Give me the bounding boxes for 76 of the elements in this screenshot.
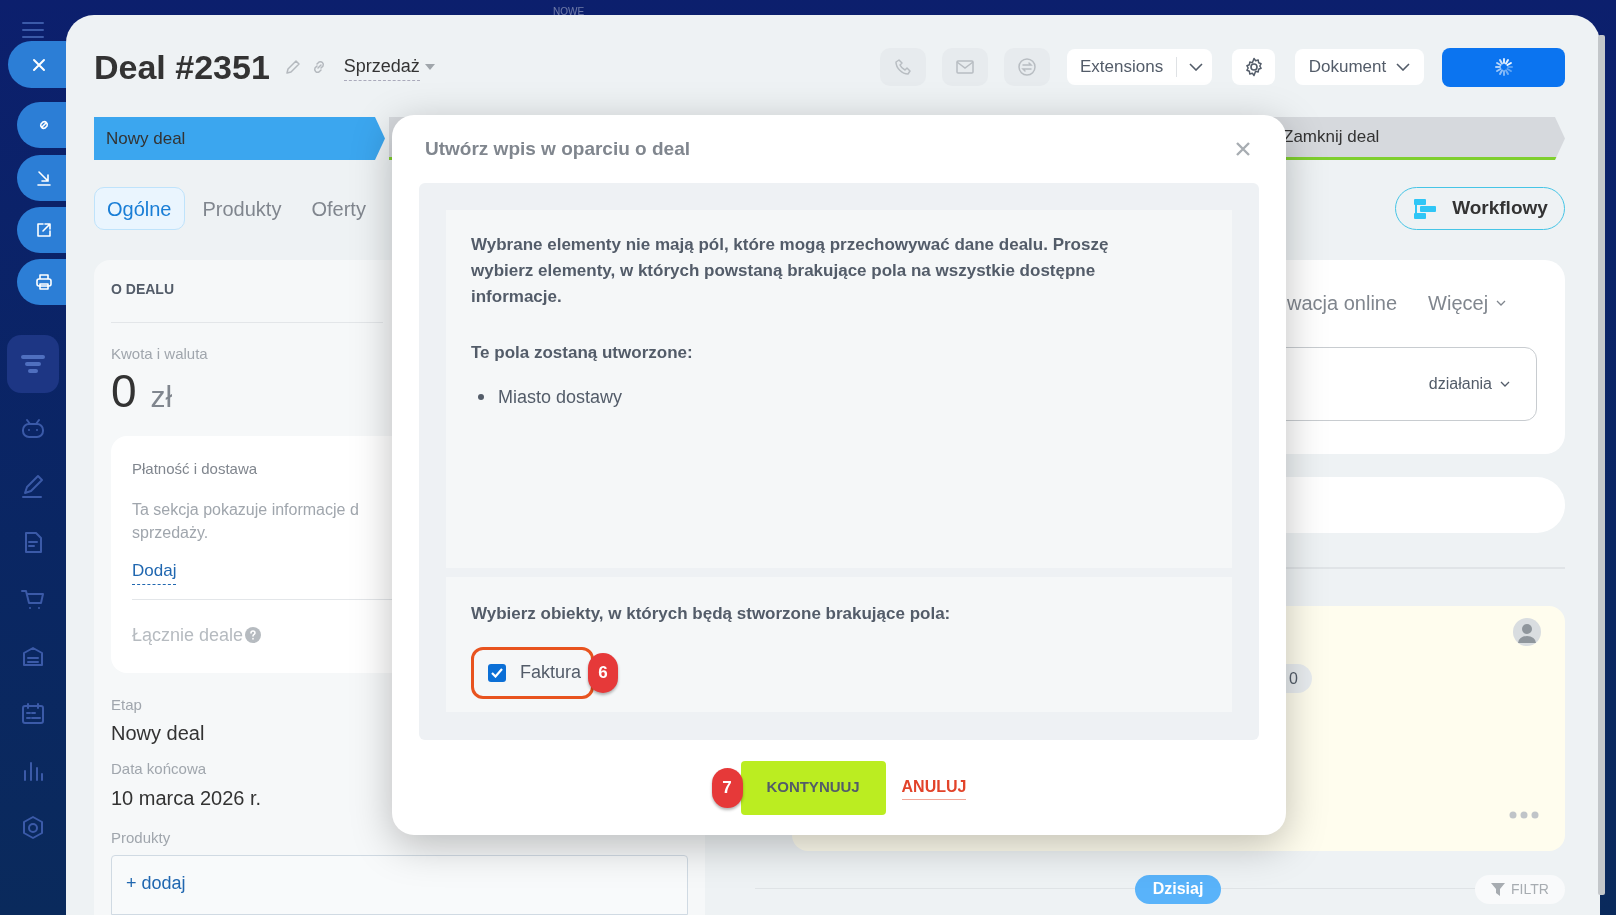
flowchart-icon xyxy=(1412,196,1439,221)
chat-icon xyxy=(1017,57,1037,77)
list-item: Miasto dostawy xyxy=(498,385,623,409)
scrollbar[interactable] xyxy=(1598,35,1605,895)
checkbox-box[interactable] xyxy=(488,663,506,682)
chevron-down-icon xyxy=(1189,63,1204,71)
download-button[interactable] xyxy=(17,155,66,201)
print-button[interactable] xyxy=(17,259,66,305)
date-pill: Dzisiaj xyxy=(1135,874,1221,904)
currency-label: zł xyxy=(150,381,173,412)
field-label: Łącznie deale xyxy=(132,623,244,647)
tab[interactable]: Ogólne xyxy=(94,187,185,230)
field-label: Data końcowa xyxy=(111,759,207,780)
more-icon[interactable] xyxy=(1509,811,1539,819)
description-text: sprzedaży. xyxy=(132,523,210,543)
settings-icon xyxy=(1243,57,1264,77)
tab[interactable]: Produkty xyxy=(190,187,294,230)
help-icon[interactable] xyxy=(245,627,262,643)
message-text: Wybrane elementy nie mają pól, które mogą przechowywać dane dealu. Proszę wybierz elementy, w których powstaną brakujące pola na wszystkie dostępne informacje. xyxy=(471,234,1110,308)
close-button[interactable] xyxy=(8,41,66,88)
description-text: Ta sekcja pokazuje informacje d xyxy=(132,500,360,520)
chat-button[interactable] xyxy=(1004,48,1050,86)
pen-icon[interactable] xyxy=(20,473,46,499)
top-label: NOWE xyxy=(553,5,585,19)
more-dropdown[interactable]: Więcej xyxy=(1428,288,1507,318)
external-link-icon xyxy=(34,221,53,239)
tab[interactable]: Oferty xyxy=(299,187,378,230)
loading-button[interactable] xyxy=(1442,47,1565,87)
pipeline-dropdown[interactable]: Sprzedaż xyxy=(343,53,435,81)
phone-icon xyxy=(893,57,913,77)
field-label: Kwota i waluta xyxy=(111,344,208,364)
extensions-button[interactable]: Extensions xyxy=(1067,49,1212,85)
filter-icon xyxy=(1491,882,1506,896)
products-field[interactable]: + dodaj xyxy=(111,855,688,915)
open-button[interactable] xyxy=(17,207,66,253)
cancel-link[interactable]: ANULUJ xyxy=(901,775,967,800)
section-heading: Te pola zostaną utworzone: xyxy=(471,342,694,364)
arrow-down-right-icon xyxy=(34,169,53,187)
sidebar-item[interactable] xyxy=(7,335,59,393)
chevron-down-icon xyxy=(1396,63,1411,71)
close-icon xyxy=(1236,142,1250,156)
filter-icon xyxy=(20,353,46,375)
document-dropdown[interactable]: Dokument xyxy=(1295,49,1424,85)
section-heading: Wybierz obiekty, w których będą stworzone brakujące pola: xyxy=(471,603,952,625)
field-label: Produkty xyxy=(111,827,171,848)
check-icon xyxy=(491,667,503,678)
card-title: Płatność i dostawa xyxy=(132,458,259,479)
stage-step[interactable]: Nowy deal xyxy=(94,117,385,160)
settings-button[interactable] xyxy=(1232,49,1275,85)
field-label: Etap xyxy=(111,694,142,715)
bullet-icon xyxy=(478,394,484,400)
hexagon-icon[interactable] xyxy=(20,815,46,841)
field-value: Nowy deal xyxy=(111,721,205,747)
mail-icon xyxy=(955,57,975,77)
link-button[interactable] xyxy=(17,102,66,148)
spinner-icon xyxy=(1493,57,1514,77)
tab[interactable]: wacja online xyxy=(1287,288,1398,318)
printer-icon xyxy=(34,273,53,291)
field-value: 10 marca 2026 r. xyxy=(111,785,262,811)
avatar-icon xyxy=(1513,618,1541,646)
step-badge: 7 xyxy=(711,767,743,808)
amount-value: 0 xyxy=(111,367,137,414)
chevron-down-icon xyxy=(1500,381,1510,387)
mail-button[interactable] xyxy=(942,48,988,86)
continue-button[interactable]: KONTYNUUJ xyxy=(740,760,886,815)
page-title: Deal #2351 xyxy=(94,50,270,84)
step-badge: 6 xyxy=(588,652,618,693)
menu-icon[interactable] xyxy=(21,20,45,40)
pencil-icon[interactable] xyxy=(283,58,302,76)
dialog-title: Utwórz wpis w oparciu o deal xyxy=(425,136,690,161)
add-link[interactable]: Dodaj xyxy=(132,558,177,585)
chevron-down-icon xyxy=(1496,300,1507,306)
section-heading: O DEALU xyxy=(111,279,383,323)
calendar-icon[interactable] xyxy=(20,701,46,727)
caret-icon xyxy=(424,64,435,70)
phone-button[interactable] xyxy=(880,48,926,86)
